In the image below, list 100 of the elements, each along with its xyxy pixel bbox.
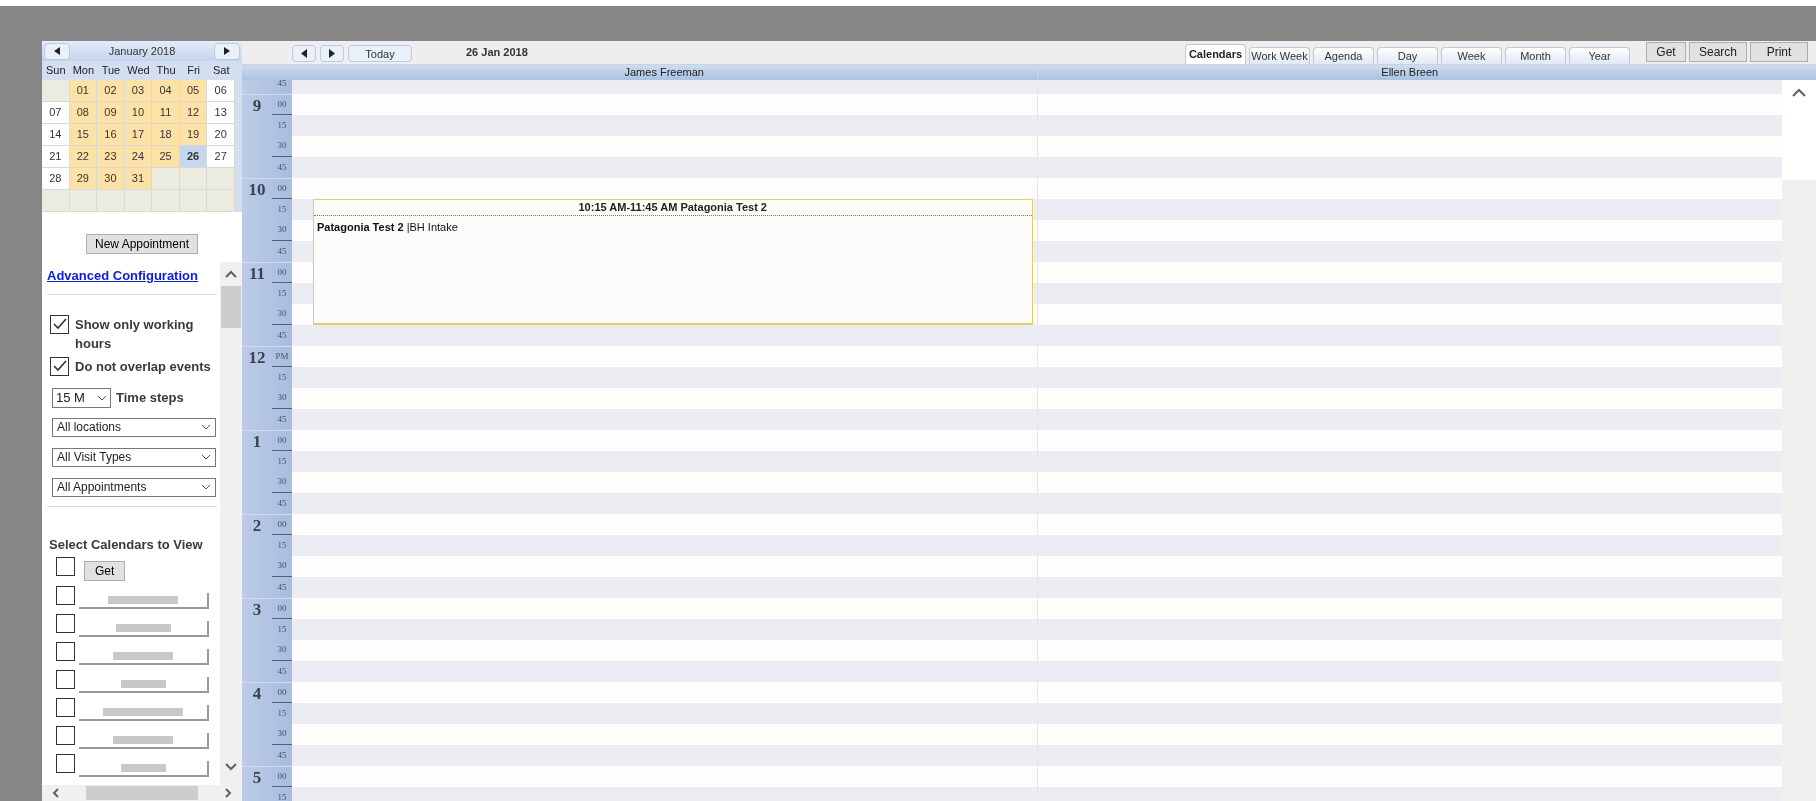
checkbox[interactable] (56, 670, 75, 689)
time-slot[interactable] (1037, 388, 1782, 409)
view-tab[interactable]: Month (1505, 47, 1566, 64)
time-slot[interactable] (1037, 598, 1782, 619)
calendar-day[interactable] (152, 168, 180, 190)
time-slot[interactable] (1032, 283, 1037, 304)
calendar-day[interactable] (207, 190, 235, 212)
time-slot[interactable] (1037, 724, 1782, 745)
time-slot[interactable] (292, 619, 1037, 640)
time-slot[interactable] (292, 136, 1037, 157)
scrollbar[interactable] (220, 262, 242, 785)
time-slot[interactable] (292, 535, 1037, 556)
time-slot[interactable] (292, 325, 1037, 346)
view-tab[interactable]: Year (1569, 47, 1630, 64)
time-slot[interactable] (1037, 703, 1782, 724)
time-slot[interactable] (292, 493, 1037, 514)
time-slot[interactable] (292, 745, 1037, 766)
horizontal-scrollbar[interactable] (42, 785, 242, 801)
calendar-day[interactable] (124, 190, 153, 212)
time-slot[interactable] (1032, 220, 1037, 241)
time-slot[interactable] (292, 598, 1037, 619)
get-calendars-button[interactable]: Get (84, 561, 126, 581)
view-tab[interactable]: Week (1441, 47, 1502, 64)
time-slot[interactable] (292, 388, 1037, 409)
calendar-day[interactable]: 22 (69, 146, 98, 168)
time-slot[interactable] (292, 682, 1037, 703)
time-slot[interactable] (1037, 619, 1782, 640)
time-slot[interactable] (1037, 346, 1782, 367)
time-slot[interactable] (1037, 409, 1782, 430)
time-slot[interactable] (292, 409, 1037, 430)
time-slot[interactable] (1037, 745, 1782, 766)
view-tab[interactable]: Day (1377, 47, 1438, 64)
calendar-day[interactable] (42, 80, 70, 102)
time-slot[interactable] (1037, 493, 1782, 514)
scrollbar[interactable] (1782, 80, 1816, 801)
calendar-day[interactable]: 10 (124, 102, 153, 124)
time-slot[interactable] (292, 241, 313, 262)
filter-dropdown[interactable]: All locations (52, 417, 216, 437)
time-slot[interactable] (1037, 94, 1782, 115)
calendar-day[interactable]: 19 (179, 124, 208, 146)
next-month-button[interactable] (214, 42, 240, 60)
calendar-day[interactable]: 06 (207, 80, 235, 102)
scroll-right-icon[interactable] (225, 788, 232, 798)
time-slot[interactable] (1037, 283, 1782, 304)
time-slot[interactable] (292, 262, 313, 283)
calendar-day[interactable] (97, 190, 125, 212)
calendar-day[interactable]: 15 (69, 124, 98, 146)
calendar-day[interactable]: 01 (69, 80, 98, 102)
time-slot[interactable] (292, 724, 1037, 745)
time-slot[interactable] (1037, 241, 1782, 262)
time-slot[interactable] (1037, 472, 1782, 493)
calendar-day[interactable]: 05 (179, 80, 208, 102)
time-slot[interactable] (1032, 304, 1037, 325)
calendar-day[interactable]: 20 (207, 124, 235, 146)
new-appointment-button[interactable]: New Appointment (85, 234, 199, 254)
time-slot[interactable] (1037, 199, 1782, 220)
time-slot[interactable] (1037, 682, 1782, 703)
time-slot[interactable] (1037, 451, 1782, 472)
time-slot[interactable] (1037, 178, 1782, 199)
time-slot[interactable] (1032, 199, 1037, 220)
time-slot[interactable] (1037, 577, 1782, 598)
calendar-day[interactable] (42, 190, 70, 212)
time-slot[interactable] (1032, 241, 1037, 262)
calendar-day[interactable]: 02 (97, 80, 125, 102)
calendar-day[interactable]: 04 (152, 80, 180, 102)
calendar-day[interactable] (207, 168, 235, 190)
checkbox[interactable] (50, 356, 69, 376)
checkbox[interactable] (50, 314, 69, 334)
checkbox[interactable] (56, 614, 75, 633)
time-slot[interactable] (1037, 325, 1782, 346)
calendar-day[interactable]: 07 (42, 102, 70, 124)
time-slot[interactable] (292, 472, 1037, 493)
time-slot[interactable] (292, 346, 1037, 367)
checkbox[interactable] (56, 698, 75, 717)
time-slot[interactable] (292, 766, 1037, 787)
calendar-day[interactable]: 13 (207, 102, 235, 124)
time-slot[interactable] (1037, 556, 1782, 577)
calendar-day[interactable]: 17 (124, 124, 153, 146)
calendar-day[interactable]: 24 (124, 146, 153, 168)
calendar-day[interactable]: 11 (152, 102, 180, 124)
time-slot[interactable] (292, 115, 1037, 136)
time-slot[interactable] (292, 178, 1037, 199)
calendar-day[interactable]: 31 (124, 168, 153, 190)
today-button[interactable]: Today (348, 45, 412, 62)
calendar-day[interactable]: 03 (124, 80, 153, 102)
scrollbar-thumb[interactable] (221, 286, 241, 328)
time-slot[interactable] (292, 430, 1037, 451)
appointment[interactable]: 10:15 AM-11:45 AM Patagonia Test 2 Patagonia Test 2 |BH Intake (313, 199, 1033, 325)
time-slot[interactable] (1037, 640, 1782, 661)
previous-month-button[interactable] (44, 42, 70, 60)
calendar-day[interactable]: 21 (42, 146, 70, 168)
view-tab[interactable]: Agenda (1313, 47, 1374, 64)
toolbar-button[interactable]: Get (1646, 42, 1686, 62)
time-slot[interactable] (1037, 304, 1782, 325)
toolbar-button[interactable]: Print (1750, 42, 1808, 62)
calendar-day[interactable]: 30 (97, 168, 125, 190)
time-slot[interactable] (292, 640, 1037, 661)
calendar-day[interactable]: 12 (179, 102, 208, 124)
next-day-button[interactable] (320, 45, 344, 62)
calendar-day[interactable]: 25 (152, 146, 180, 168)
